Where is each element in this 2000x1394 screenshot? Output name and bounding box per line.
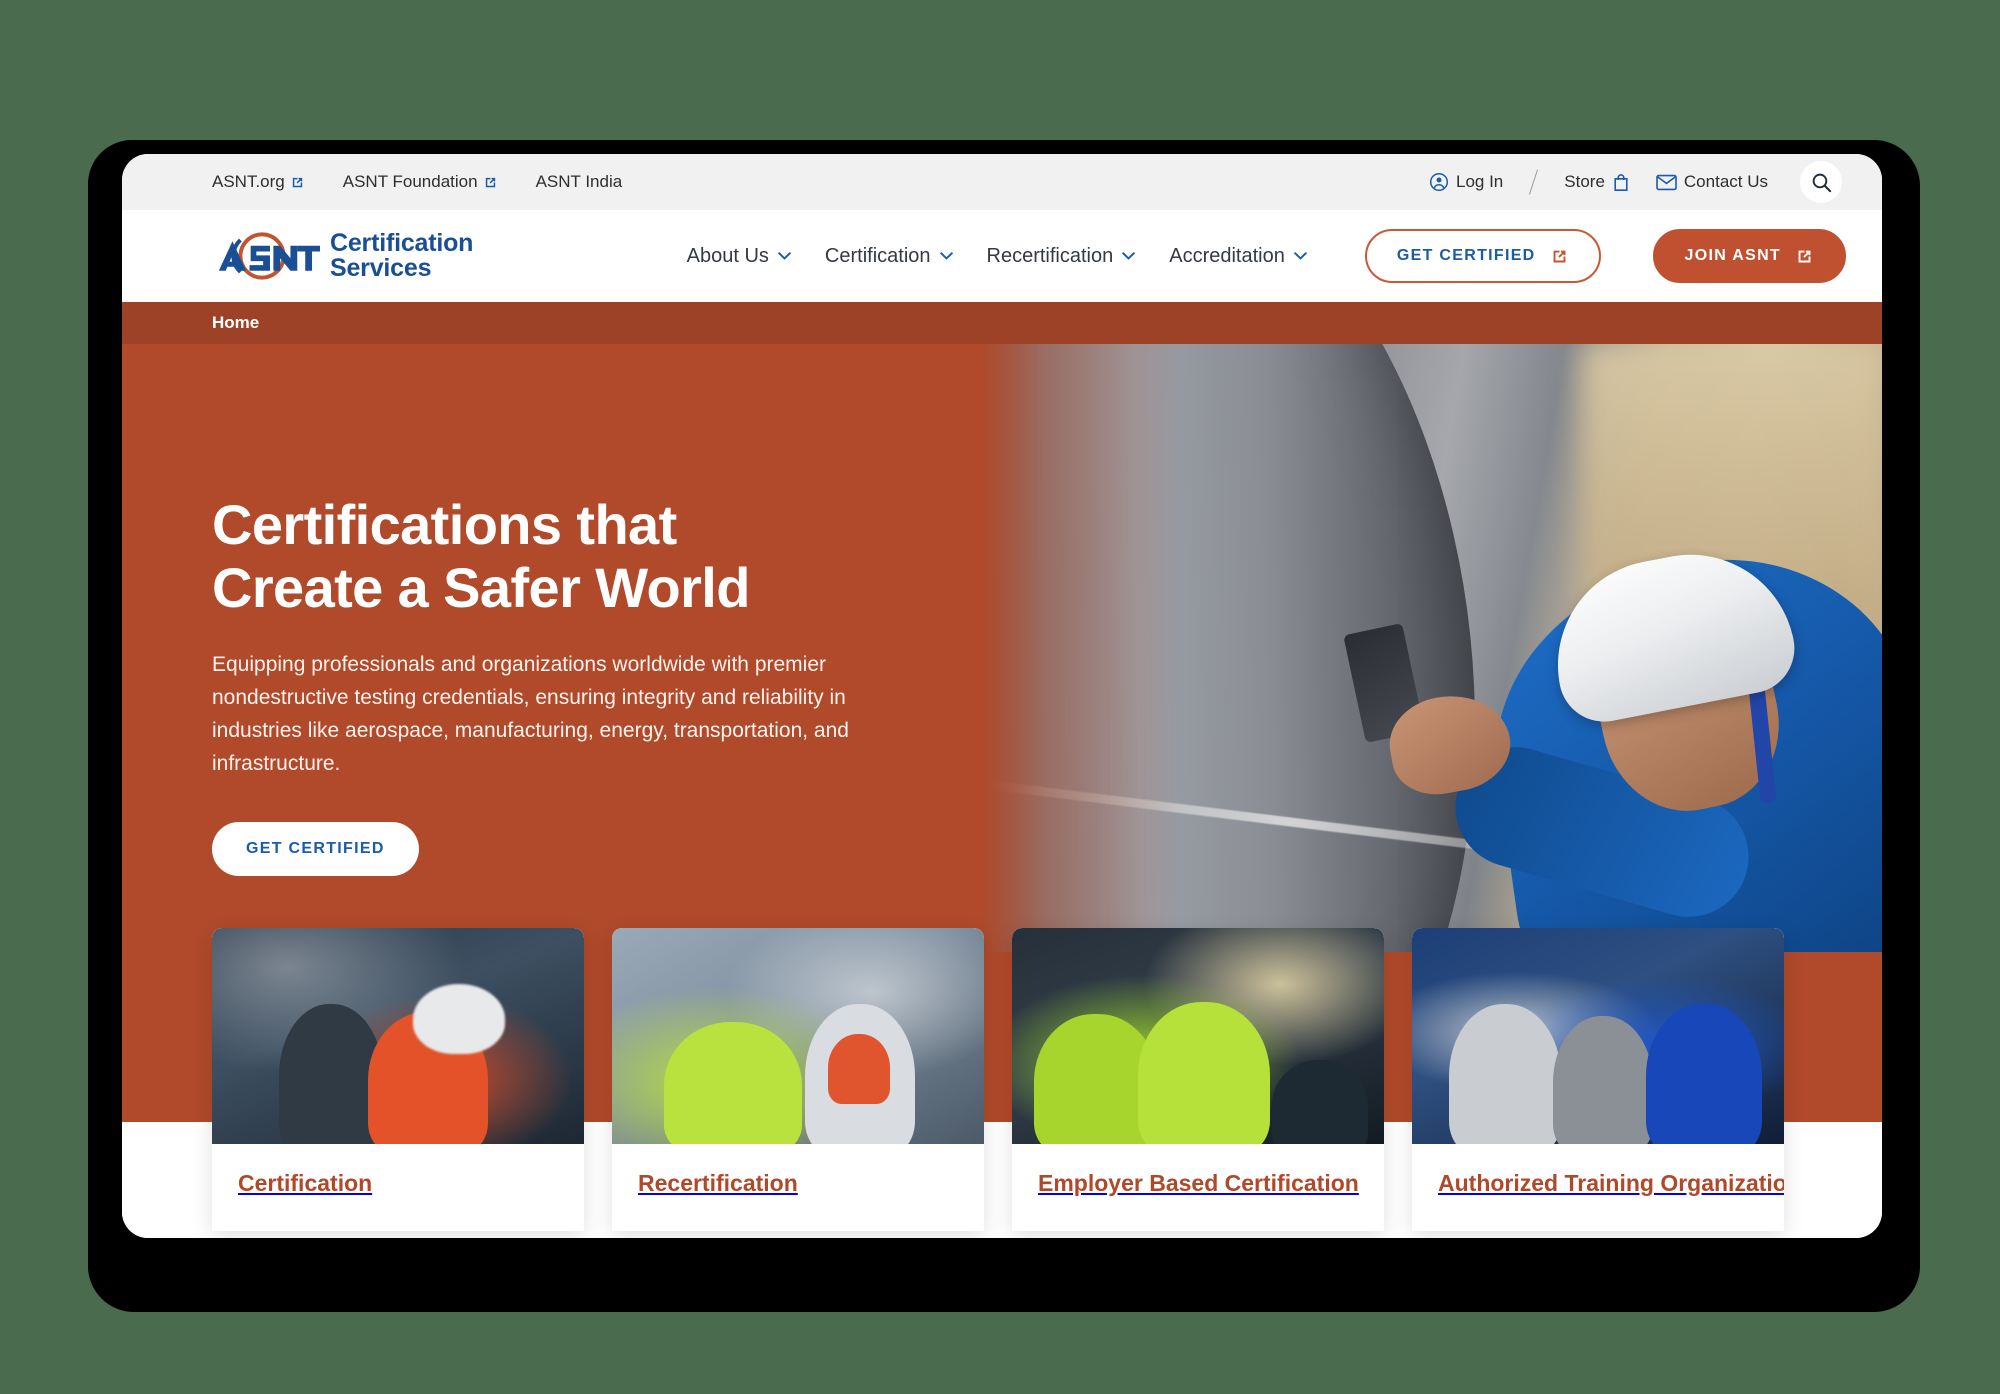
join-asnt-button[interactable]: JOIN ASNT <box>1652 229 1846 283</box>
card-recertification-title: Recertification <box>638 1170 798 1196</box>
hero-image <box>778 344 1882 952</box>
breadcrumb-item-home[interactable]: Home <box>212 313 259 333</box>
card-certification-image <box>212 928 584 1144</box>
asnt-foundation-link[interactable]: ASNT Foundation <box>343 172 498 192</box>
card-image-figures <box>1012 928 1384 1144</box>
utility-left-links: ASNT.org ASNT Foundation ASNT India <box>212 172 622 192</box>
store-link[interactable]: Store <box>1564 172 1630 192</box>
asnt-foundation-link-label: ASNT Foundation <box>342 172 478 191</box>
card-recertification[interactable]: Recertification <box>612 928 984 1231</box>
search-icon <box>1812 173 1831 192</box>
asnt-org-link-label: ASNT.org <box>212 172 285 191</box>
external-link-icon <box>292 177 302 187</box>
nav-label-recertification: Recertification <box>986 244 1114 267</box>
nav-label-certification: Certification <box>824 244 931 267</box>
asnt-org-link[interactable]: ASNT.org <box>212 172 305 192</box>
main-header: Certification Services About Us Certific… <box>122 210 1882 302</box>
figure-shape <box>1646 1004 1763 1144</box>
category-cards-section: Certification Recertification Employer B… <box>122 928 1882 1238</box>
user-circle-icon <box>1429 172 1449 192</box>
card-image-figures <box>612 928 984 1144</box>
card-employer-based-certification[interactable]: Employer Based Certification <box>1012 928 1384 1231</box>
nav-label-accreditation: Accreditation <box>1169 244 1285 267</box>
figure-shape <box>1272 1060 1369 1144</box>
utility-bar: ASNT.org ASNT Foundation ASNT India Log … <box>122 154 1882 210</box>
chevron-down-icon <box>778 252 791 260</box>
log-in-link[interactable]: Log In <box>1429 172 1503 192</box>
hero-subtitle: Equipping professionals and organization… <box>212 653 849 775</box>
breadcrumb: Home <box>122 302 1882 344</box>
search-button[interactable] <box>1800 161 1842 203</box>
card-authorized-training-organization-title: Authorized Training Organization <box>1438 1170 1784 1196</box>
card-image-figures <box>1412 928 1784 1144</box>
log-in-label: Log In <box>1456 172 1504 191</box>
logo-line-2: Services <box>330 254 432 282</box>
card-authorized-training-organization[interactable]: Authorized Training Organization <box>1412 928 1784 1231</box>
hero-pipe-shape <box>778 344 1526 952</box>
card-authorized-training-organization-image <box>1412 928 1784 1144</box>
site-logo[interactable]: Certification Services <box>212 228 473 284</box>
get-certified-button[interactable]: GET CERTIFIED <box>1364 229 1601 283</box>
figure-shape <box>1138 1002 1271 1144</box>
contact-us-label: Contact Us <box>1683 172 1768 191</box>
figure-shape <box>664 1022 803 1144</box>
nav-item-certification[interactable]: Certification <box>825 245 953 268</box>
figure-shape <box>827 1034 890 1104</box>
card-certification-title: Certification <box>238 1170 373 1196</box>
card-image-figures <box>212 928 584 1144</box>
browser-viewport: ASNT.org ASNT Foundation ASNT India Log … <box>122 154 1882 1238</box>
store-label: Store <box>1564 172 1605 191</box>
contact-us-link[interactable]: Contact Us <box>1656 172 1768 192</box>
external-link-icon <box>1553 250 1565 262</box>
chevron-down-icon <box>939 252 953 260</box>
hero-content: Certifications that Create a Safer World… <box>122 344 882 877</box>
chevron-down-icon <box>1122 252 1136 260</box>
page-stage: ASNT.org ASNT Foundation ASNT India Log … <box>0 0 2000 1394</box>
card-recertification-image <box>612 928 984 1144</box>
asnt-india-link[interactable]: ASNT India <box>536 172 623 192</box>
envelope-icon <box>1656 174 1677 190</box>
nav-item-about-us[interactable]: About Us <box>687 245 791 268</box>
logo-line-1: Certification <box>330 229 474 257</box>
asnt-india-link-label: ASNT India <box>535 172 623 191</box>
get-certified-button-label: GET CERTIFIED <box>1396 247 1536 264</box>
nav-label-about-us: About Us <box>686 244 769 267</box>
join-asnt-button-label: JOIN ASNT <box>1684 247 1781 264</box>
external-link-icon <box>485 177 495 187</box>
chevron-down-icon <box>1294 252 1307 260</box>
shopping-bag-icon <box>1614 173 1628 191</box>
nav-item-recertification[interactable]: Recertification <box>987 245 1136 268</box>
nav-item-accreditation[interactable]: Accreditation <box>1169 245 1307 268</box>
utility-right-links: Log In Store Contact Us <box>1429 161 1842 203</box>
figure-shape <box>1553 1016 1654 1144</box>
figure-shape <box>1449 1004 1562 1144</box>
figure-shape <box>368 1012 489 1144</box>
hero-section: Certifications that Create a Safer World… <box>122 344 1882 952</box>
asnt-logo-icon <box>218 232 320 280</box>
card-employer-based-certification-image <box>1012 928 1384 1144</box>
utility-divider <box>1529 169 1539 195</box>
logo-wordmark: Certification Services <box>330 231 473 281</box>
hero-get-certified-button[interactable]: GET CERTIFIED <box>212 822 419 877</box>
card-employer-based-certification-title: Employer Based Certification <box>1038 1170 1359 1196</box>
external-link-icon <box>1798 250 1811 262</box>
card-certification[interactable]: Certification <box>212 928 584 1231</box>
hero-title: Certifications that Create a Safer World <box>212 493 750 619</box>
category-cards-row: Certification Recertification Employer B… <box>212 928 1882 1231</box>
primary-navigation: About Us Certification Recertification A… <box>687 229 1846 283</box>
